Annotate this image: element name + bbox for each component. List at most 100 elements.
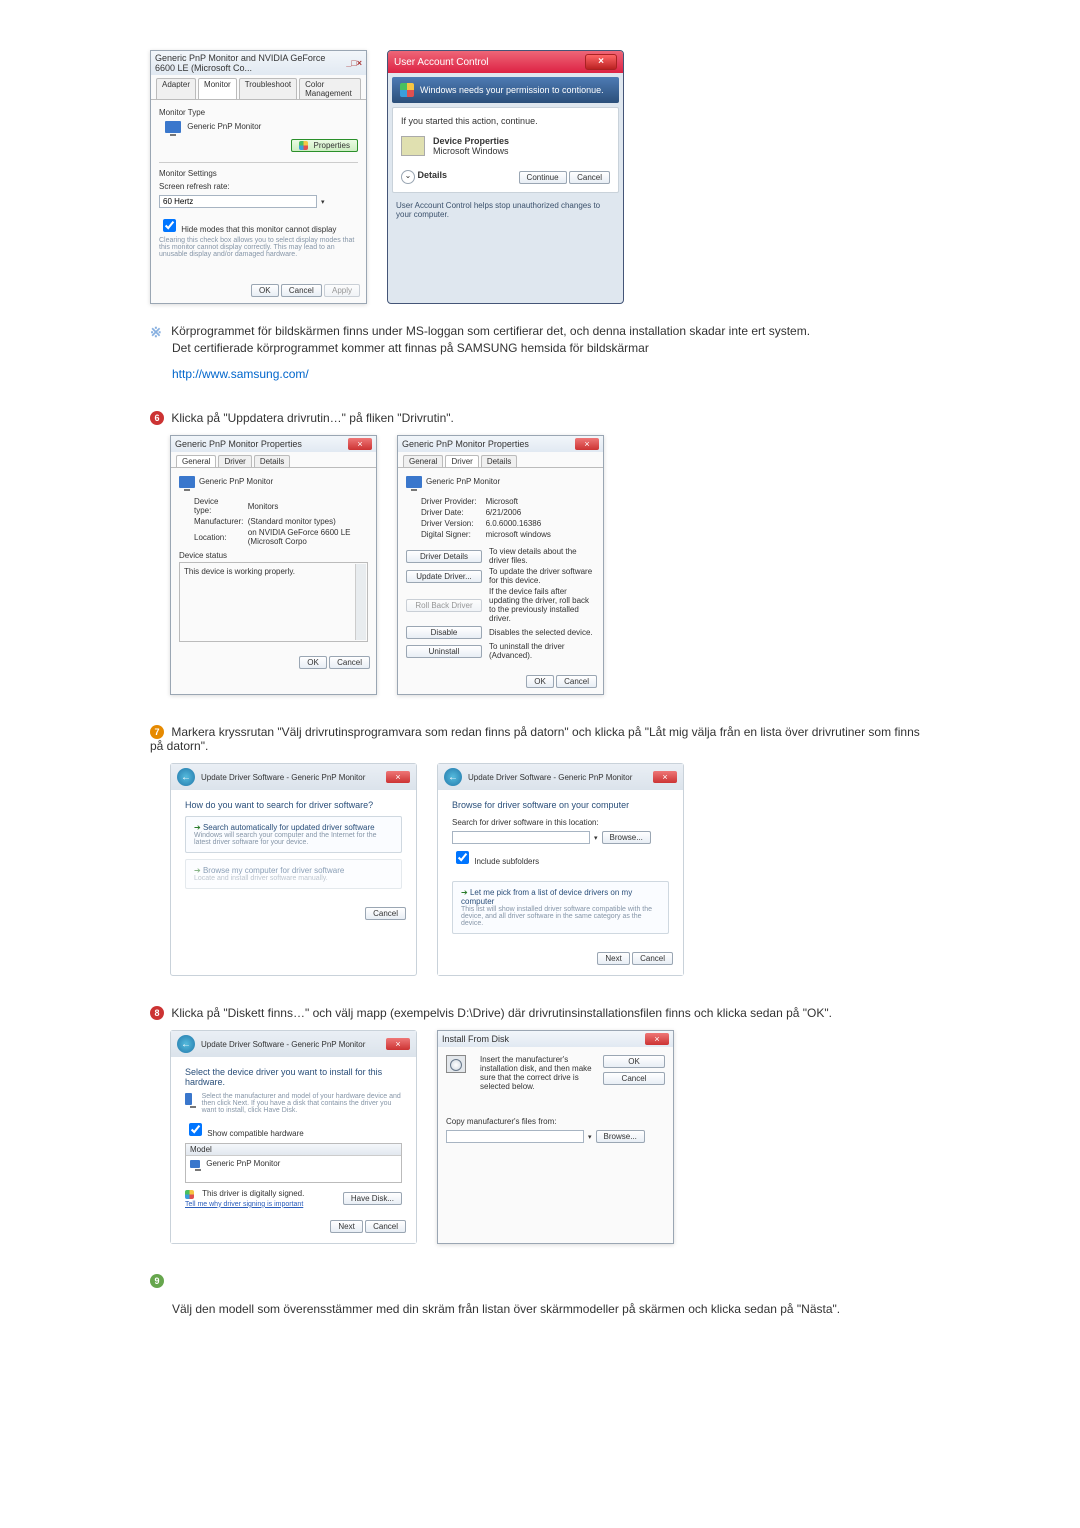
close-icon[interactable]: × — [386, 1038, 410, 1050]
chevron-down-icon[interactable]: ▾ — [594, 834, 598, 842]
close-icon[interactable]: × — [645, 1033, 669, 1045]
tab-adapter[interactable]: Adapter — [156, 78, 196, 99]
cancel-button[interactable]: Cancel — [556, 675, 597, 688]
chevron-down-icon[interactable]: ▾ — [321, 198, 325, 206]
value-version: 6.0.6000.16386 — [485, 518, 552, 529]
label-location: Location: — [193, 527, 247, 547]
cancel-button[interactable]: Cancel — [365, 1220, 406, 1233]
model-header: Model — [186, 1144, 401, 1156]
tab-general[interactable]: General — [403, 455, 443, 467]
tab-details[interactable]: Details — [254, 455, 290, 467]
continue-button[interactable]: Continue — [519, 171, 567, 184]
ok-button[interactable]: OK — [603, 1055, 665, 1068]
show-compatible-label: Show compatible hardware — [207, 1129, 304, 1138]
close-icon[interactable]: _□× — [346, 58, 362, 68]
shield-icon — [400, 83, 414, 97]
install-disk-message: Insert the manufacturer's installation d… — [480, 1055, 595, 1091]
rollback-driver-button: Roll Back Driver — [406, 599, 482, 612]
option-pick-from-list[interactable]: Let me pick from a list of device driver… — [452, 881, 669, 934]
close-icon[interactable]: × — [653, 771, 677, 783]
note-line2: Det certifierade körprogrammet kommer at… — [172, 341, 649, 355]
next-button[interactable]: Next — [597, 952, 629, 965]
ok-button[interactable]: OK — [251, 284, 279, 297]
option-browse-computer[interactable]: Browse my computer for driver software L… — [185, 859, 402, 889]
disable-button[interactable]: Disable — [406, 626, 482, 639]
back-icon[interactable]: ← — [177, 768, 195, 786]
apply-button: Apply — [324, 284, 360, 297]
option-search-auto[interactable]: Search automatically for updated driver … — [185, 816, 402, 853]
wizard-heading: Browse for driver software on your compu… — [452, 800, 669, 810]
step6-text: Klicka på "Uppdatera drivrutin…" på flik… — [171, 411, 454, 425]
label-date: Driver Date: — [420, 507, 485, 518]
back-icon[interactable]: ← — [177, 1035, 195, 1053]
window-titlebar: Generic PnP Monitor and NVIDIA GeForce 6… — [151, 51, 366, 75]
copy-from-input[interactable] — [446, 1130, 584, 1143]
driver-details-desc: To view details about the driver files. — [488, 546, 595, 566]
uac-publisher: Microsoft Windows — [433, 146, 509, 156]
ok-button[interactable]: OK — [299, 656, 327, 669]
signed-label: This driver is digitally signed. — [202, 1189, 304, 1198]
wizard-title: Update Driver Software - Generic PnP Mon… — [201, 773, 365, 782]
cancel-button[interactable]: Cancel — [281, 284, 322, 297]
label-provider: Driver Provider: — [420, 496, 485, 507]
cancel-button[interactable]: Cancel — [365, 907, 406, 920]
have-disk-button[interactable]: Have Disk... — [343, 1192, 402, 1205]
browse-button[interactable]: Browse... — [596, 1130, 645, 1143]
window-title: Generic PnP Monitor Properties — [175, 439, 302, 449]
wizard-question: How do you want to search for driver sof… — [185, 800, 402, 810]
close-icon[interactable]: × — [575, 438, 599, 450]
close-icon[interactable]: × — [348, 438, 372, 450]
search-location-label: Search for driver software in this locat… — [452, 818, 669, 827]
tab-color-management[interactable]: Color Management — [299, 78, 361, 99]
include-subfolders-label: Include subfolders — [474, 857, 539, 866]
step8-text: Klicka på "Diskett finns…" och välj mapp… — [171, 1006, 832, 1020]
window-title: Generic PnP Monitor Properties — [402, 439, 529, 449]
browse-button[interactable]: Browse... — [602, 831, 651, 844]
back-icon[interactable]: ← — [444, 768, 462, 786]
update-driver-button[interactable]: Update Driver... — [406, 570, 482, 583]
device-name: Generic PnP Monitor — [199, 478, 273, 487]
update-wizard-select-driver: ← Update Driver Software - Generic PnP M… — [170, 1030, 417, 1243]
cancel-button[interactable]: Cancel — [569, 171, 610, 184]
monitor-icon — [179, 476, 195, 488]
cancel-button[interactable]: Cancel — [603, 1072, 665, 1085]
tab-details[interactable]: Details — [481, 455, 517, 467]
tab-driver[interactable]: Driver — [218, 455, 251, 467]
chevron-down-icon[interactable]: ⌄ — [401, 170, 415, 184]
hide-modes-checkbox[interactable] — [163, 219, 176, 232]
step-badge-8: 8 — [150, 1006, 164, 1020]
value-location: on NVIDIA GeForce 6600 LE (Microsoft Cor… — [247, 527, 368, 547]
show-compatible-checkbox[interactable] — [189, 1123, 202, 1136]
label-signer: Digital Signer: — [420, 529, 485, 540]
close-icon[interactable]: × — [386, 771, 410, 783]
wizard-heading: Select the device driver you want to ins… — [185, 1067, 402, 1087]
disable-desc: Disables the selected device. — [488, 624, 595, 641]
uac-started-text: If you started this action, continue. — [401, 116, 610, 126]
refresh-rate-select[interactable] — [159, 195, 317, 208]
why-signing-link[interactable]: Tell me why driver signing is important — [185, 1201, 303, 1208]
uninstall-button[interactable]: Uninstall — [406, 645, 482, 658]
search-location-input[interactable] — [452, 831, 590, 844]
properties-button[interactable]: Properties — [291, 139, 358, 152]
rollback-driver-desc: If the device fails after updating the d… — [488, 586, 595, 624]
device-status-box: This device is working properly. — [179, 562, 368, 642]
tab-troubleshoot[interactable]: Troubleshoot — [239, 78, 297, 99]
include-subfolders-checkbox[interactable] — [456, 851, 469, 864]
cancel-button[interactable]: Cancel — [329, 656, 370, 669]
chevron-down-icon[interactable]: ▾ — [588, 1133, 592, 1141]
scrollbar[interactable] — [355, 564, 366, 640]
ok-button[interactable]: OK — [526, 675, 554, 688]
tab-driver[interactable]: Driver — [445, 455, 478, 467]
tab-monitor[interactable]: Monitor — [198, 78, 237, 99]
next-button[interactable]: Next — [330, 1220, 362, 1233]
close-icon[interactable]: × — [585, 54, 617, 70]
tab-general[interactable]: General — [176, 455, 216, 467]
step9-text: Välj den modell som överensstämmer med d… — [172, 1302, 930, 1316]
list-item[interactable]: Generic PnP Monitor — [206, 1159, 280, 1168]
window-title: Generic PnP Monitor and NVIDIA GeForce 6… — [155, 53, 346, 73]
details-toggle[interactable]: Details — [418, 170, 448, 180]
uac-headline: Windows needs your permission to contion… — [392, 77, 619, 103]
samsung-url[interactable]: http://www.samsung.com/ — [172, 367, 930, 381]
cancel-button[interactable]: Cancel — [632, 952, 673, 965]
driver-details-button[interactable]: Driver Details — [406, 550, 482, 563]
